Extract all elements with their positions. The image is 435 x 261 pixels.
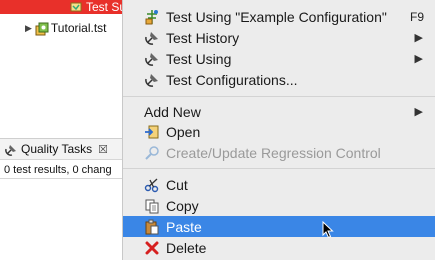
shortcut-f9: F9 [409,9,424,24]
satellite-icon [144,72,160,88]
menu-item-label: Test Configurations... [166,71,298,88]
tree-item-tutorial-label: Tutorial.tst [50,21,107,35]
satellite-icon [4,143,16,156]
tree-item-test-suite[interactable]: Test Su [0,0,122,14]
menu-item-label: Test Using "Example Configuration" [166,8,387,25]
quality-tasks-content [0,178,122,261]
open-icon [144,124,160,140]
tst-file-icon [35,22,49,36]
menu-item-test-using-example[interactable]: Test Using "Example Configuration" F9 [123,6,435,27]
regression-icon [144,145,160,161]
menu-item-create-update-regression-control[interactable]: Create/Update Regression Control [123,142,435,163]
context-menu: Test Using "Example Configuration" F9 Te… [122,0,435,260]
menu-separator [123,168,435,169]
mouse-pointer-icon [322,221,334,239]
close-icon[interactable]: ☒ [98,143,108,156]
project-tree: Test Su ▶ Tutorial.tst [0,0,122,131]
tab-quality-tasks[interactable]: Quality Tasks ☒ [0,138,122,160]
menu-item-label: Delete [166,239,207,256]
satellite-icon [144,30,160,46]
menu-item-test-history[interactable]: Test History ▶ [123,27,435,48]
quality-tasks-status: 0 test results, 0 chang [4,164,112,176]
menu-item-label: Test Using [166,50,232,67]
menu-item-label: Test History [166,29,240,46]
submenu-arrow-icon: ▶ [414,53,423,65]
menu-item-label: Create/Update Regression Control [166,144,381,161]
tree-item-test-suite-label: Test Su [86,0,122,14]
menu-item-label: Add New [144,103,201,120]
test-suite-icon [70,1,82,13]
paste-icon [144,219,160,235]
expand-triangle-icon[interactable]: ▶ [25,23,32,34]
menu-item-delete[interactable]: Delete [123,237,435,258]
scissors-icon [144,177,160,193]
menu-item-add-new[interactable]: Add New ▶ [123,101,435,122]
menu-item-label: Cut [166,176,188,193]
copy-icon [144,198,160,214]
menu-item-label: Paste [166,218,202,235]
menu-item-open[interactable]: Open [123,121,435,142]
menu-item-test-configurations[interactable]: Test Configurations... [123,69,435,90]
delete-icon [144,240,160,256]
menu-item-cut[interactable]: Cut [123,174,435,195]
tree-item-tutorial[interactable]: ▶ Tutorial.tst [25,20,107,36]
menu-item-copy[interactable]: Copy [123,195,435,216]
menu-item-test-using[interactable]: Test Using ▶ [123,48,435,69]
menu-item-paste[interactable]: Paste [123,216,435,237]
submenu-arrow-icon: ▶ [414,32,423,44]
menu-separator [123,96,435,97]
submenu-arrow-icon: ▶ [414,106,423,118]
menu-item-label: Copy [166,197,199,214]
menu-item-label: Open [166,123,201,140]
satellite-icon [144,51,160,67]
tab-quality-tasks-label: Quality Tasks [21,142,93,156]
run-config-icon [144,9,160,25]
